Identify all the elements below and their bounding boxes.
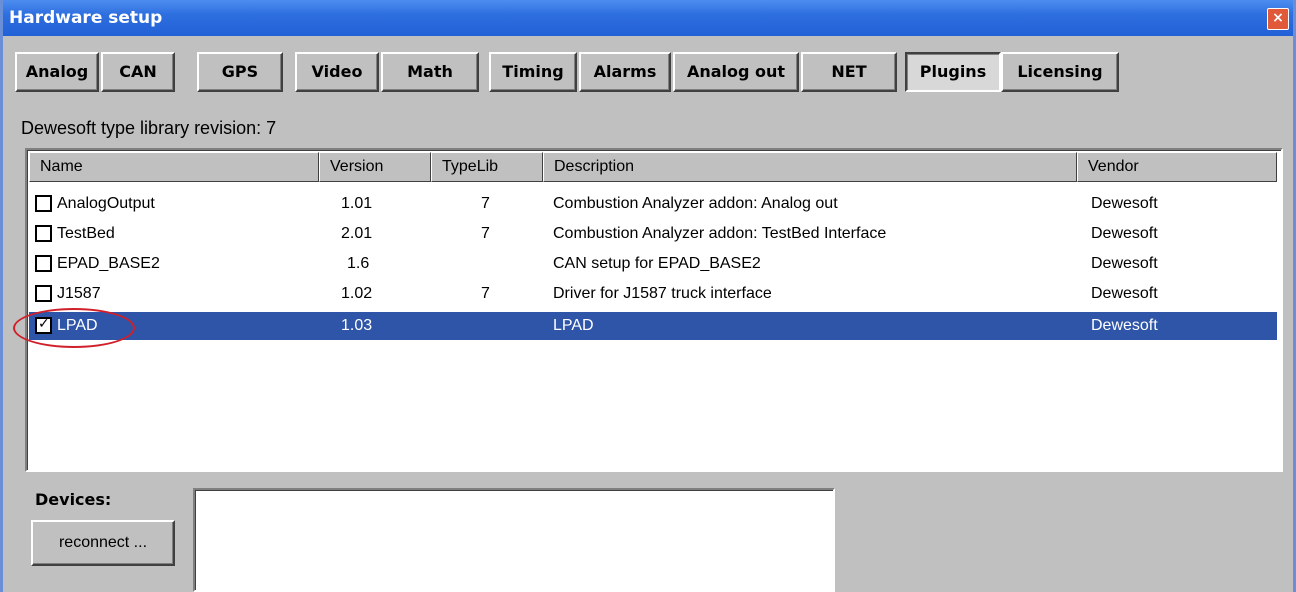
plugin-description: Combustion Analyzer addon: Analog out xyxy=(553,195,838,212)
plugin-list-header: Name Version TypeLib Description Vendor xyxy=(29,152,1281,182)
close-icon[interactable]: × xyxy=(1267,8,1289,30)
plugin-typelib: 7 xyxy=(481,285,490,302)
plugin-description: LPAD xyxy=(553,317,594,334)
title-bar[interactable]: Hardware setup × xyxy=(3,0,1293,36)
devices-list[interactable] xyxy=(193,488,835,592)
plugin-vendor: Dewesoft xyxy=(1091,255,1158,272)
plugin-row[interactable]: J1587 1.02 7 Driver for J1587 truck inte… xyxy=(29,280,1277,308)
plugin-description: CAN setup for EPAD_BASE2 xyxy=(553,255,761,272)
tab-plugins[interactable]: Plugins xyxy=(905,52,1001,92)
type-library-label: Dewesoft type library revision: xyxy=(21,118,262,138)
tab-alarms[interactable]: Alarms xyxy=(579,52,671,92)
tab-net[interactable]: NET xyxy=(801,52,897,92)
plugin-row[interactable]: EPAD_BASE2 1.6 CAN setup for EPAD_BASE2 … xyxy=(29,250,1277,278)
plugin-checkbox[interactable] xyxy=(35,255,52,272)
column-header-typelib[interactable]: TypeLib xyxy=(431,152,543,182)
plugin-typelib: 7 xyxy=(481,195,490,212)
tab-video[interactable]: Video xyxy=(295,52,379,92)
plugin-name: AnalogOutput xyxy=(57,195,155,212)
tab-licensing[interactable]: Licensing xyxy=(1001,52,1119,92)
tab-analog[interactable]: Analog xyxy=(15,52,99,92)
column-header-name[interactable]: Name xyxy=(29,152,319,182)
plugin-row-selected[interactable]: LPAD 1.03 LPAD Dewesoft xyxy=(29,312,1277,340)
plugin-vendor: Dewesoft xyxy=(1091,317,1158,334)
tab-analog-out[interactable]: Analog out xyxy=(673,52,799,92)
plugin-description: Combustion Analyzer addon: TestBed Inter… xyxy=(553,225,887,242)
plugin-checkbox[interactable] xyxy=(35,285,52,302)
tab-can[interactable]: CAN xyxy=(101,52,175,92)
plugin-name: LPAD xyxy=(57,317,98,334)
type-library-value: 7 xyxy=(266,118,277,138)
plugin-version: 1.6 xyxy=(347,255,370,272)
plugin-name: J1587 xyxy=(57,285,101,302)
window-title: Hardware setup xyxy=(9,8,163,28)
tab-gps[interactable]: GPS xyxy=(197,52,283,92)
hardware-setup-window: Hardware setup × Analog CAN GPS Video Ma… xyxy=(0,0,1296,592)
reconnect-button[interactable]: reconnect ... xyxy=(31,520,175,566)
tab-timing[interactable]: Timing xyxy=(489,52,577,92)
plugin-checkbox[interactable] xyxy=(35,195,52,212)
plugin-row[interactable]: TestBed 2.01 7 Combustion Analyzer addon… xyxy=(29,220,1277,248)
plugin-vendor: Dewesoft xyxy=(1091,195,1158,212)
column-header-vendor[interactable]: Vendor xyxy=(1077,152,1277,182)
type-library-revision: Dewesoft type library revision: 7 xyxy=(21,118,276,139)
plugin-version: 1.01 xyxy=(341,195,373,212)
plugin-description: Driver for J1587 truck interface xyxy=(553,285,772,302)
column-header-description[interactable]: Description xyxy=(543,152,1077,182)
tab-math[interactable]: Math xyxy=(381,52,479,92)
plugin-version: 1.03 xyxy=(341,317,373,334)
plugin-vendor: Dewesoft xyxy=(1091,225,1158,242)
plugin-typelib: 7 xyxy=(481,225,490,242)
plugin-checkbox[interactable] xyxy=(35,225,52,242)
plugin-vendor: Dewesoft xyxy=(1091,285,1158,302)
plugin-version: 2.01 xyxy=(341,225,373,242)
plugin-name: TestBed xyxy=(57,225,115,242)
plugin-version: 1.02 xyxy=(341,285,373,302)
plugin-checkbox-checked[interactable] xyxy=(35,315,52,334)
plugin-name: EPAD_BASE2 xyxy=(57,255,160,272)
plugin-list[interactable]: Name Version TypeLib Description Vendor … xyxy=(25,148,1283,472)
column-header-version[interactable]: Version xyxy=(319,152,431,182)
devices-label: Devices: xyxy=(35,490,112,509)
plugin-row[interactable]: AnalogOutput 1.01 7 Combustion Analyzer … xyxy=(29,190,1277,218)
